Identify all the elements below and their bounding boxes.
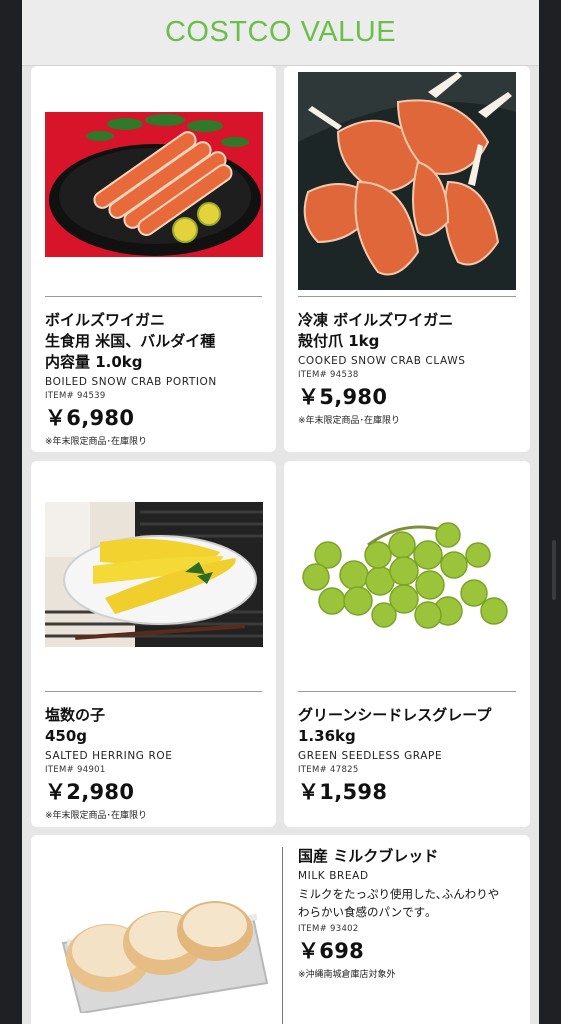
- product-title: ボイルズワイガニ 生食用 米国、バルダイ種 内容量 1.0kg: [45, 311, 216, 371]
- flyer-page: COSTCO VALUE ボイルズワイガニ 生食用 米国、バルダイ種 内容量 1…: [22, 0, 539, 1024]
- divider: [45, 691, 262, 692]
- product-title: 国産 ミルクブレッド: [298, 847, 439, 865]
- product-english-name: GREEN SEEDLESS GRAPE: [298, 750, 443, 762]
- product-card-milk-bread[interactable]: 国産 ミルクブレッド MILK BREAD ミルクをたっぷり使用した､ふんわりや…: [31, 835, 530, 1024]
- scrollbar-thumb[interactable]: [552, 540, 556, 600]
- item-number: ITEM# 94538: [298, 370, 359, 380]
- product-english-name: SALTED HERRING ROE: [45, 750, 173, 762]
- product-note: ※沖縄南城倉庫店対象外: [298, 970, 396, 980]
- product-note: ※年末限定商品･在庫限り: [298, 416, 401, 426]
- product-price: ￥2,980: [45, 780, 135, 804]
- product-english-name: BOILED SNOW CRAB PORTION: [45, 376, 217, 388]
- product-price: ￥5,980: [298, 385, 388, 409]
- product-card-crab-claws[interactable]: 冷凍 ボイルズワイガニ 殻付爪 1kg COOKED SNOW CRAB CLA…: [284, 66, 530, 452]
- product-title: 冷凍 ボイルズワイガニ 殻付爪 1kg: [298, 311, 454, 350]
- product-note: ※年末限定商品･在庫限り: [45, 811, 148, 821]
- herring-roe-image: [45, 502, 263, 647]
- green-grapes-image: [298, 515, 516, 645]
- item-number: ITEM# 94901: [45, 765, 106, 775]
- header-bar: COSTCO VALUE: [22, 0, 539, 66]
- product-english-name: MILK BREAD: [298, 870, 369, 882]
- divider-vertical: [282, 847, 283, 1024]
- product-title: 塩数の子 450g: [45, 706, 106, 745]
- boiled-crab-platter-image: [45, 112, 263, 257]
- product-description: ミルクをたっぷり使用した､ふんわりや わらかい食感のパンです｡: [298, 887, 500, 919]
- divider: [45, 296, 262, 297]
- product-card-herring-roe[interactable]: 塩数の子 450g SALTED HERRING ROE ITEM# 94901…: [31, 461, 276, 827]
- divider: [298, 691, 516, 692]
- divider: [298, 296, 516, 297]
- product-price: ￥1,598: [298, 780, 388, 804]
- product-card-boiled-crab[interactable]: ボイルズワイガニ 生食用 米国、バルダイ種 内容量 1.0kg BOILED S…: [31, 66, 276, 452]
- product-title: グリーンシードレスグレープ 1.36kg: [298, 706, 492, 745]
- milk-bread-image: [53, 873, 273, 1015]
- brand-title: COSTCO VALUE: [164, 16, 397, 48]
- product-price: ￥6,980: [45, 406, 135, 430]
- product-note: ※年末限定商品･在庫限り: [45, 437, 148, 447]
- item-number: ITEM# 94539: [45, 391, 106, 401]
- product-card-green-grapes[interactable]: グリーンシードレスグレープ 1.36kg GREEN SEEDLESS GRAP…: [284, 461, 530, 827]
- product-price: ￥698: [298, 939, 365, 963]
- product-english-name: COOKED SNOW CRAB CLAWS: [298, 355, 466, 367]
- crab-claws-image: [298, 72, 516, 290]
- item-number: ITEM# 47825: [298, 765, 359, 775]
- item-number: ITEM# 93402: [298, 924, 359, 934]
